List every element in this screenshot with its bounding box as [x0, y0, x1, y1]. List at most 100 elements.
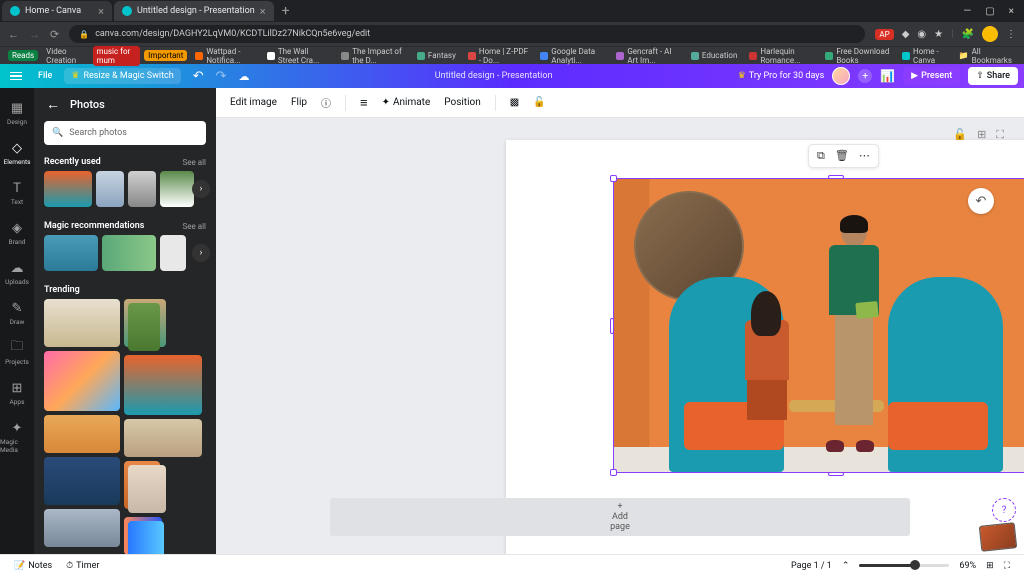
- bookmark-item[interactable]: Important: [144, 50, 187, 61]
- list-icon[interactable]: ≡: [360, 95, 368, 111]
- photo-thumbnail[interactable]: [44, 351, 120, 411]
- scroll-right-button[interactable]: ›: [192, 180, 210, 198]
- bookmark-item[interactable]: Free Download Books: [821, 46, 894, 66]
- zoom-level[interactable]: 69%: [959, 561, 976, 571]
- delete-icon[interactable]: 🗑: [835, 149, 849, 163]
- floating-thumbnail[interactable]: [979, 522, 1018, 552]
- profile-avatar[interactable]: [982, 26, 998, 42]
- rail-design[interactable]: ▦Design: [0, 96, 34, 130]
- photo-thumbnail[interactable]: [44, 509, 120, 547]
- extension-icon[interactable]: ◉: [917, 29, 926, 40]
- transparency-icon[interactable]: ▩: [510, 97, 519, 108]
- rail-elements[interactable]: ◇Elements: [0, 136, 34, 170]
- photo-thumbnail[interactable]: [44, 299, 120, 347]
- add-page-button[interactable]: + Add page: [330, 498, 910, 536]
- photo-thumbnail[interactable]: [124, 419, 202, 457]
- extension-icon[interactable]: ★: [934, 29, 943, 40]
- edit-image-button[interactable]: Edit image: [230, 97, 277, 108]
- search-input[interactable]: 🔍 Search photos: [44, 121, 206, 145]
- scroll-right-button[interactable]: ›: [192, 244, 210, 262]
- maximize-icon[interactable]: ▢: [985, 6, 994, 17]
- photo-thumbnail[interactable]: [128, 303, 160, 351]
- analytics-icon[interactable]: 📊: [880, 69, 895, 83]
- page-indicator[interactable]: Page 1 / 1: [791, 561, 832, 571]
- url-input[interactable]: 🔒 canva.com/design/DAGHY2LqVM0/KCDTLilDz…: [69, 25, 865, 43]
- photo-thumbnail[interactable]: [160, 171, 194, 207]
- bookmark-item[interactable]: The Wall Street Cra...: [263, 46, 333, 66]
- info-icon[interactable]: ⓘ: [321, 95, 331, 110]
- file-menu[interactable]: File: [38, 71, 52, 81]
- fullscreen-icon[interactable]: ⛶: [1004, 561, 1010, 571]
- bookmark-item[interactable]: Wattpad - Notifica...: [191, 46, 259, 66]
- cloud-sync-icon[interactable]: ☁: [239, 70, 250, 83]
- more-icon[interactable]: ⋯: [859, 149, 870, 163]
- flip-button[interactable]: Flip: [291, 97, 307, 108]
- rail-magic-media[interactable]: ✦Magic Media: [0, 416, 34, 458]
- bookmark-item[interactable]: The Impact of the D...: [337, 46, 409, 66]
- position-button[interactable]: Position: [444, 97, 480, 108]
- share-button[interactable]: ⇧Share: [968, 67, 1018, 85]
- undo-button[interactable]: ↶: [193, 69, 204, 84]
- lock-icon[interactable]: 🔓: [533, 97, 545, 108]
- rail-projects[interactable]: 🗀Projects: [0, 336, 34, 370]
- photo-thumbnail[interactable]: [44, 415, 120, 453]
- present-button[interactable]: ▶Present: [903, 67, 960, 85]
- bookmark-item[interactable]: Gencraft - AI Art Im...: [612, 46, 683, 66]
- close-icon[interactable]: ×: [98, 5, 104, 18]
- bookmark-item[interactable]: music for mum: [93, 46, 141, 66]
- rail-draw[interactable]: ✎Draw: [0, 296, 34, 330]
- resize-handle[interactable]: [610, 175, 617, 182]
- try-pro-button[interactable]: ♛Try Pro for 30 days: [738, 71, 824, 81]
- see-all-link[interactable]: See all: [183, 158, 206, 167]
- menu-button[interactable]: [6, 68, 26, 85]
- rail-text[interactable]: TText: [0, 176, 34, 210]
- notes-button[interactable]: 📝 Notes: [14, 561, 52, 571]
- resize-handle[interactable]: [828, 472, 844, 476]
- photo-thumbnail[interactable]: [44, 235, 98, 271]
- resize-handle[interactable]: [610, 469, 617, 476]
- help-button[interactable]: ?: [992, 498, 1016, 522]
- redo-button[interactable]: ↷: [216, 69, 227, 84]
- close-icon[interactable]: ×: [260, 5, 266, 18]
- duplicate-icon[interactable]: ⧉: [817, 149, 825, 163]
- photo-thumbnail[interactable]: [160, 235, 186, 271]
- back-button[interactable]: ←: [46, 96, 60, 113]
- rail-brand[interactable]: ◈Brand: [0, 216, 34, 250]
- timer-button[interactable]: ⏱ Timer: [66, 561, 99, 571]
- photo-thumbnail[interactable]: [128, 171, 156, 207]
- selected-image[interactable]: ⟳: [613, 178, 1024, 473]
- photo-thumbnail[interactable]: [96, 171, 124, 207]
- photo-thumbnail[interactable]: [44, 457, 120, 505]
- bookmark-item[interactable]: Home | Z-PDF - Do...: [464, 46, 532, 66]
- browser-tab[interactable]: Home - Canva ×: [2, 1, 112, 21]
- bookmark-item[interactable]: Video Creation: [42, 46, 88, 66]
- animate-button[interactable]: ✦Animate: [382, 97, 431, 108]
- photo-thumbnail[interactable]: [128, 521, 164, 554]
- forward-icon[interactable]: →: [29, 28, 40, 41]
- user-avatar[interactable]: [832, 67, 850, 85]
- bookmark-item[interactable]: Reads: [8, 50, 38, 61]
- zoom-slider[interactable]: [859, 564, 949, 567]
- bookmark-item[interactable]: Fantasy: [413, 50, 460, 61]
- resize-button[interactable]: ♛Resize & Magic Switch: [64, 68, 180, 84]
- resize-handle[interactable]: [610, 318, 614, 334]
- photo-thumbnail[interactable]: [102, 235, 156, 271]
- photo-thumbnail[interactable]: [44, 171, 92, 207]
- all-bookmarks-button[interactable]: 📁 All Bookmarks: [955, 46, 1016, 66]
- document-title[interactable]: Untitled design - Presentation: [435, 71, 553, 81]
- add-collaborator-button[interactable]: +: [858, 69, 872, 83]
- bookmark-item[interactable]: Education: [687, 50, 741, 61]
- close-icon[interactable]: ×: [1009, 6, 1014, 17]
- chevron-up-icon[interactable]: ⌃: [842, 561, 850, 571]
- resize-handle[interactable]: [828, 175, 844, 179]
- browser-tab[interactable]: Untitled design - Presentation ×: [114, 1, 274, 21]
- extensions-icon[interactable]: 🧩: [962, 29, 974, 40]
- reload-icon[interactable]: ⟳: [50, 28, 59, 41]
- minimize-icon[interactable]: —: [963, 6, 971, 17]
- extension-badge[interactable]: AP: [875, 29, 893, 40]
- photo-thumbnail[interactable]: [128, 465, 166, 513]
- back-icon[interactable]: ←: [8, 28, 19, 41]
- new-tab-button[interactable]: +: [274, 3, 298, 19]
- rail-uploads[interactable]: ☁Uploads: [0, 256, 34, 290]
- menu-icon[interactable]: ⋮: [1006, 29, 1016, 40]
